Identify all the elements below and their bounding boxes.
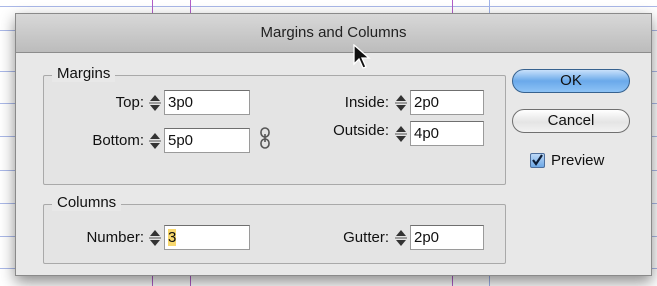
ok-button[interactable]: OK bbox=[512, 69, 630, 93]
preview-label[interactable]: Preview bbox=[551, 152, 604, 169]
bottom-label: Bottom: bbox=[92, 132, 144, 149]
checkmark-icon bbox=[532, 154, 543, 166]
number-label: Number: bbox=[86, 229, 144, 246]
stepper-arrows-icon[interactable] bbox=[148, 228, 162, 248]
bottom-input[interactable]: 5p0 bbox=[164, 128, 250, 153]
outside-field: 4p0 bbox=[394, 121, 484, 146]
number-input[interactable]: 3 bbox=[164, 225, 250, 250]
outside-label: Outside: bbox=[333, 122, 389, 139]
stepper-arrows-icon[interactable] bbox=[394, 93, 408, 113]
stepper-arrows-icon[interactable] bbox=[394, 124, 408, 144]
gutter-label: Gutter: bbox=[343, 229, 389, 246]
columns-legend: Columns bbox=[52, 194, 122, 211]
arrow-cursor-icon bbox=[353, 44, 371, 69]
top-field: 3p0 bbox=[148, 90, 250, 115]
margins-legend: Margins bbox=[52, 65, 116, 82]
guide-line bbox=[0, 6, 657, 7]
stepper-arrows-icon[interactable] bbox=[148, 131, 162, 151]
number-field: 3 bbox=[148, 225, 250, 250]
inside-input[interactable]: 2p0 bbox=[410, 90, 484, 115]
stepper-arrows-icon[interactable] bbox=[394, 228, 408, 248]
gutter-input[interactable]: 2p0 bbox=[410, 225, 484, 250]
preview-checkbox[interactable] bbox=[530, 153, 545, 168]
number-value-selected: 3 bbox=[168, 229, 177, 246]
gutter-field: 2p0 bbox=[394, 225, 484, 250]
margins-group: Margins Top: 3p0 Bottom: 5p0 Inside: 2p0 bbox=[43, 65, 506, 185]
cancel-button[interactable]: Cancel bbox=[512, 109, 630, 133]
bottom-field: 5p0 bbox=[148, 128, 250, 153]
inside-field: 2p0 bbox=[394, 90, 484, 115]
columns-group: Columns Number: 3 Gutter: 2p0 bbox=[43, 194, 506, 264]
top-label: Top: bbox=[115, 94, 144, 111]
inside-label: Inside: bbox=[344, 94, 389, 111]
title-bar[interactable]: Margins and Columns bbox=[16, 14, 651, 53]
dialog-title: Margins and Columns bbox=[260, 24, 407, 41]
top-input[interactable]: 3p0 bbox=[164, 90, 250, 115]
outside-input[interactable]: 4p0 bbox=[410, 121, 484, 146]
margins-and-columns-dialog: Margins and Columns Margins Top: 3p0 Bot… bbox=[15, 13, 652, 276]
chain-link-icon[interactable] bbox=[259, 127, 271, 149]
stepper-arrows-icon[interactable] bbox=[148, 93, 162, 113]
